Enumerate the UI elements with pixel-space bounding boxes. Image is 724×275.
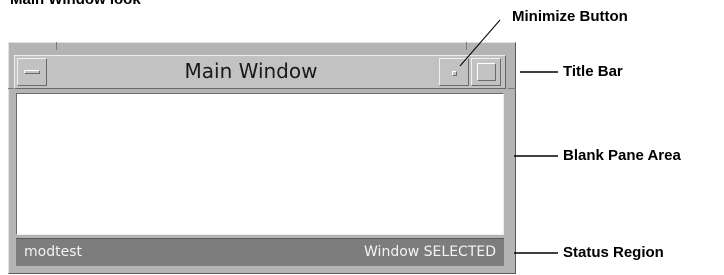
callout-minimize-button: Minimize Button	[512, 8, 628, 25]
callout-blank-pane-area: Blank Pane Area	[563, 147, 681, 164]
minimize-callout-line	[459, 19, 501, 67]
callout-status-region: Status Region	[563, 244, 664, 261]
callout-lines	[459, 19, 558, 254]
callout-title-bar: Title Bar	[563, 63, 623, 80]
